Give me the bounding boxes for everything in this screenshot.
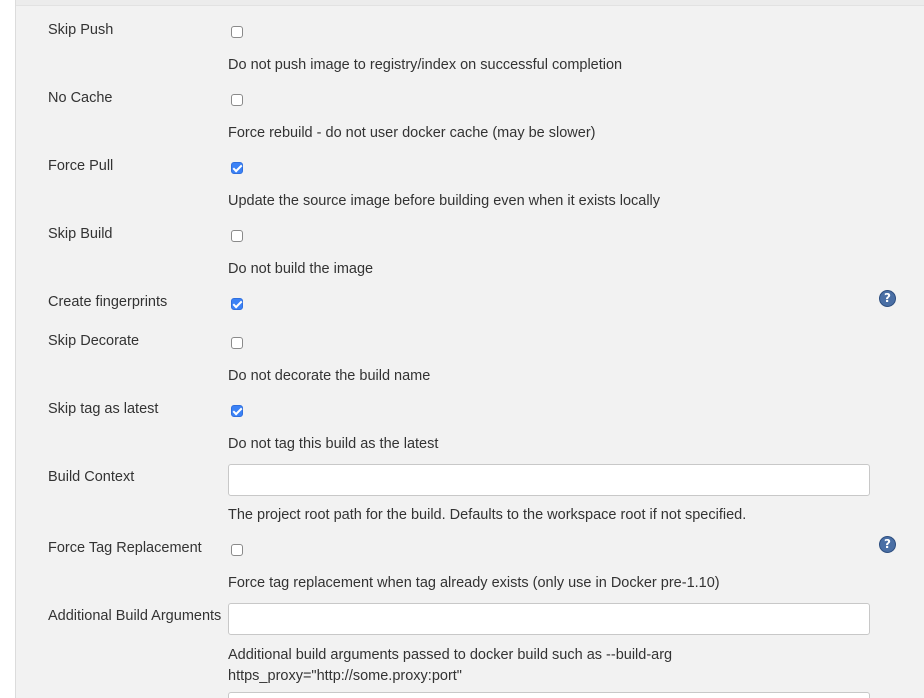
additional-build-arguments-input[interactable] (228, 603, 870, 635)
force-tag-replacement-checkbox[interactable] (231, 544, 243, 556)
force-pull-checkbox[interactable] (231, 162, 243, 174)
help-icon[interactable]: ? (879, 290, 896, 307)
force-pull-label: Force Pull (48, 158, 114, 174)
skip-decorate-description: Do not decorate the build name (228, 368, 431, 384)
settings-panel: Skip Push Do not push image to registry/… (15, 0, 924, 698)
create-fingerprints-label: Create fingerprints (48, 294, 168, 310)
skip-tag-latest-label: Skip tag as latest (48, 401, 159, 417)
force-pull-description: Update the source image before building … (228, 193, 661, 209)
no-cache-description: Force rebuild - do not user docker cache… (228, 125, 596, 141)
next-field-input[interactable] (228, 692, 870, 698)
skip-push-checkbox[interactable] (231, 26, 243, 38)
additional-build-arguments-description-line2: https_proxy="http://some.proxy:port" (228, 668, 462, 684)
skip-build-label: Skip Build (48, 226, 113, 242)
additional-build-arguments-description-line1: Additional build arguments passed to doc… (228, 647, 673, 663)
no-cache-label: No Cache (48, 90, 113, 106)
skip-tag-latest-checkbox[interactable] (231, 405, 243, 417)
create-fingerprints-checkbox[interactable] (231, 298, 243, 310)
build-context-description: The project root path for the build. Def… (228, 507, 747, 523)
panel-top-divider (16, 0, 924, 6)
skip-build-description: Do not build the image (228, 261, 374, 277)
skip-build-checkbox[interactable] (231, 230, 243, 242)
help-icon[interactable]: ? (879, 536, 896, 553)
build-context-input[interactable] (228, 464, 870, 496)
skip-push-label: Skip Push (48, 22, 114, 38)
additional-build-arguments-label: Additional Build Arguments (48, 608, 222, 624)
build-context-label: Build Context (48, 469, 135, 485)
force-tag-replacement-description: Force tag replacement when tag already e… (228, 575, 720, 591)
force-tag-replacement-label: Force Tag Replacement (48, 540, 202, 556)
skip-tag-latest-description: Do not tag this build as the latest (228, 436, 439, 452)
skip-decorate-label: Skip Decorate (48, 333, 140, 349)
skip-push-description: Do not push image to registry/index on s… (228, 57, 623, 73)
skip-decorate-checkbox[interactable] (231, 337, 243, 349)
no-cache-checkbox[interactable] (231, 94, 243, 106)
